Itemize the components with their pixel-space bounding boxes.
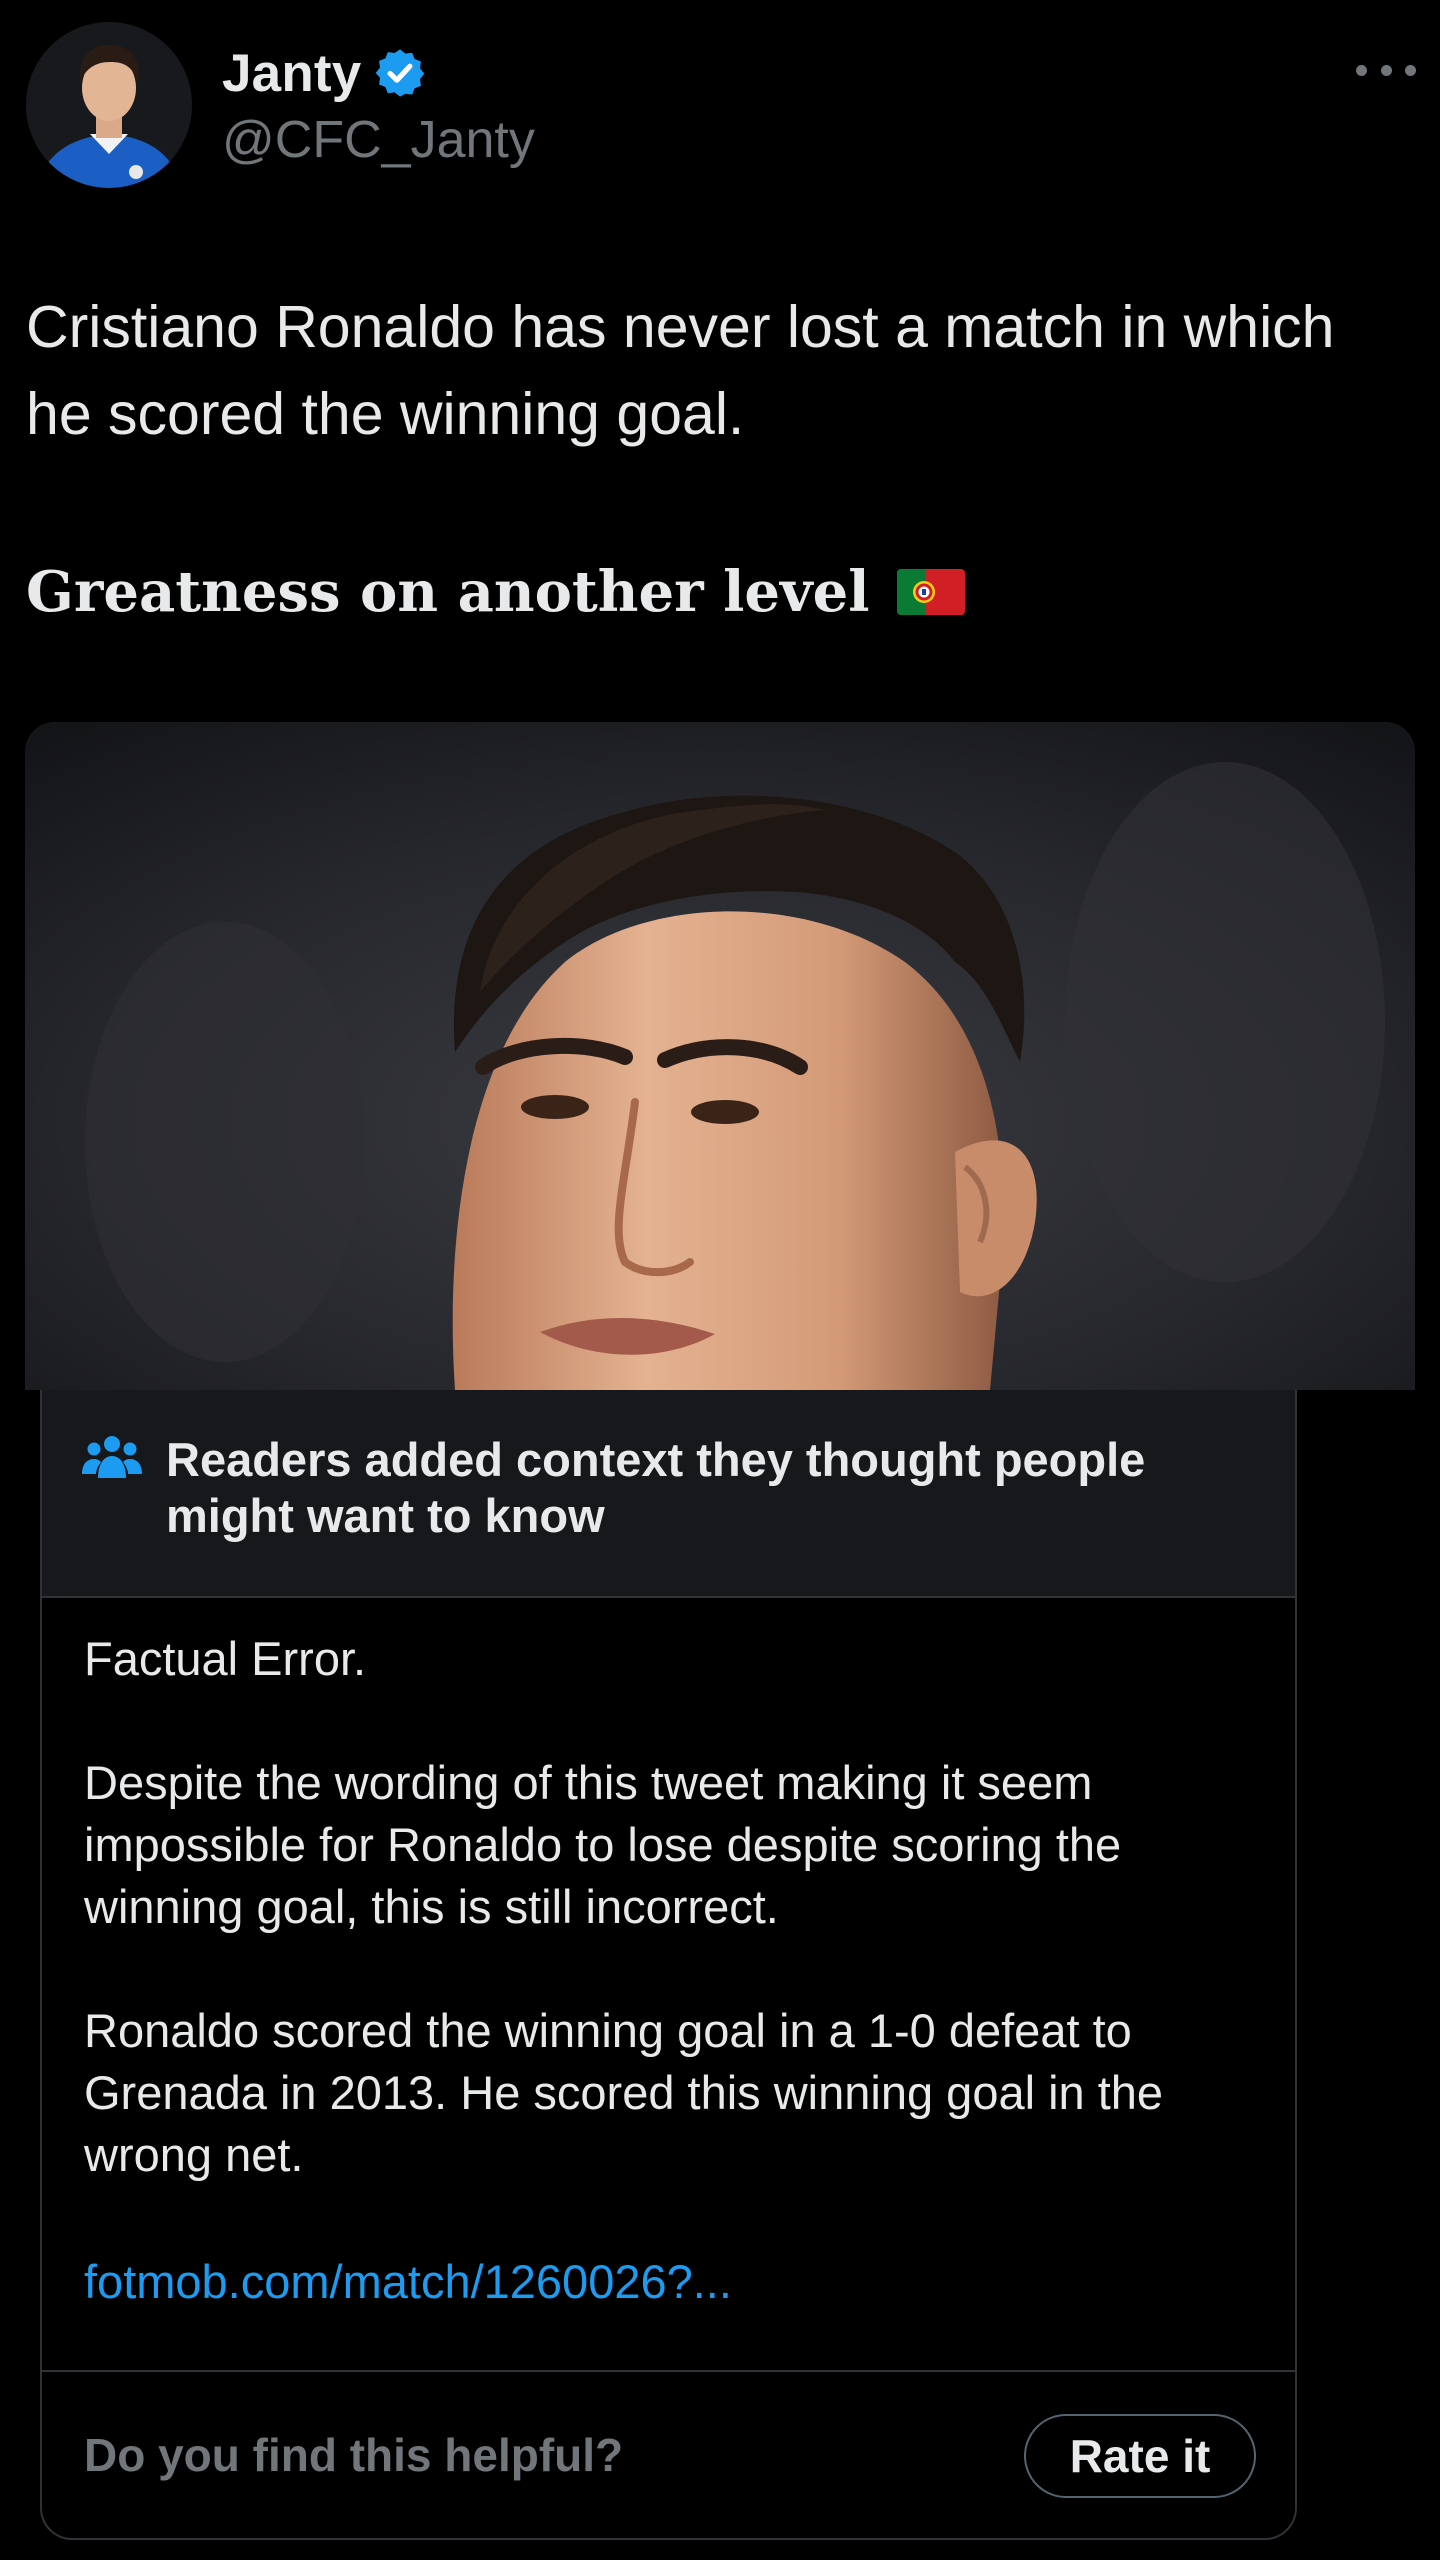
more-dot bbox=[1380, 64, 1392, 76]
rate-it-button[interactable]: Rate it bbox=[1024, 2414, 1256, 2498]
note-paragraph: Ronaldo scored the winning goal in a 1-0… bbox=[84, 2004, 1164, 2181]
display-name[interactable]: Janty bbox=[222, 43, 361, 104]
tweet-emphasis-text: Greatness on another level bbox=[26, 559, 870, 625]
user-handle[interactable]: @CFC_Janty bbox=[222, 110, 535, 170]
people-icon bbox=[82, 1436, 142, 1478]
player-portrait-photo bbox=[25, 722, 1415, 1390]
name-row: Janty bbox=[222, 38, 427, 108]
avatar-photo bbox=[26, 22, 192, 188]
community-note-footer: Do you find this helpful? Rate it bbox=[42, 2370, 1295, 2540]
tweet-media[interactable] bbox=[25, 722, 1415, 1390]
tweet-header: Janty @CFC_Janty bbox=[26, 22, 1416, 192]
verified-badge-icon bbox=[376, 49, 425, 97]
tweet-text: Cristiano Ronaldo has never lost a match… bbox=[26, 294, 1335, 447]
avatar[interactable] bbox=[26, 22, 192, 188]
portugal-flag-icon bbox=[897, 569, 966, 615]
tweet-emphasis-line: Greatness on another level bbox=[26, 552, 966, 632]
community-note: Readers added context they thought peopl… bbox=[40, 1390, 1297, 2540]
note-paragraph: Factual Error. bbox=[84, 1632, 367, 1685]
helpful-question: Do you find this helpful? bbox=[84, 2429, 624, 2481]
source-link[interactable]: fotmob.com/match/1260026?... bbox=[84, 2254, 732, 2309]
community-note-body: Factual Error. Despite the wording of th… bbox=[84, 1628, 1264, 2248]
community-note-header: Readers added context they thought peopl… bbox=[42, 1390, 1295, 1598]
note-paragraph: Despite the wording of this tweet making… bbox=[84, 1756, 1122, 1933]
community-note-title: Readers added context they thought peopl… bbox=[166, 1433, 1146, 1542]
more-dot bbox=[1405, 64, 1416, 76]
more-options-icon[interactable] bbox=[1356, 58, 1416, 82]
more-dot bbox=[1356, 64, 1367, 76]
